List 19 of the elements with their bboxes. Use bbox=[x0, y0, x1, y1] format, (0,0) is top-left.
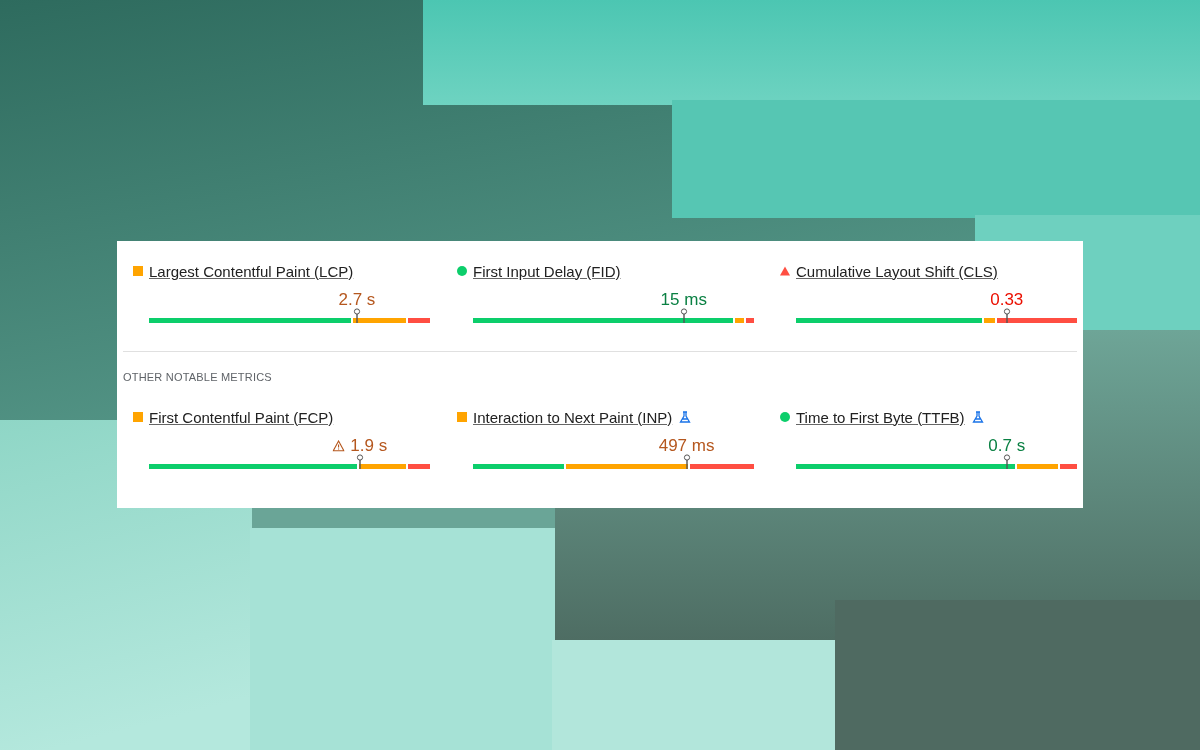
metric-value: 15 ms bbox=[660, 290, 707, 310]
metric-link[interactable]: Interaction to Next Paint (INP) bbox=[473, 408, 673, 426]
marker-icon bbox=[679, 308, 688, 323]
marker-icon bbox=[1002, 308, 1011, 323]
metric-value: 0.7 s bbox=[988, 436, 1026, 456]
metric-link[interactable]: First Contentful Paint (FCP) bbox=[149, 408, 334, 426]
marker-icon bbox=[355, 454, 364, 469]
metric-link[interactable]: Time to First Byte (TTFB) bbox=[796, 408, 965, 426]
metric-value: 1.9 s bbox=[350, 436, 388, 456]
metric-value: 497 ms bbox=[658, 436, 715, 456]
section-heading: OTHER NOTABLE METRICS bbox=[123, 371, 273, 383]
metric-link[interactable]: Largest Contentful Paint (LCP) bbox=[149, 262, 354, 280]
marker-icon bbox=[352, 308, 361, 323]
metric-value: 0.33 bbox=[990, 290, 1024, 310]
metric-value: 2.7 s bbox=[338, 290, 376, 310]
marker-icon bbox=[682, 454, 691, 469]
metric-link[interactable]: Cumulative Layout Shift (CLS) bbox=[796, 262, 998, 280]
metric-link[interactable]: First Input Delay (FID) bbox=[473, 262, 621, 280]
marker-icon bbox=[1002, 454, 1011, 469]
